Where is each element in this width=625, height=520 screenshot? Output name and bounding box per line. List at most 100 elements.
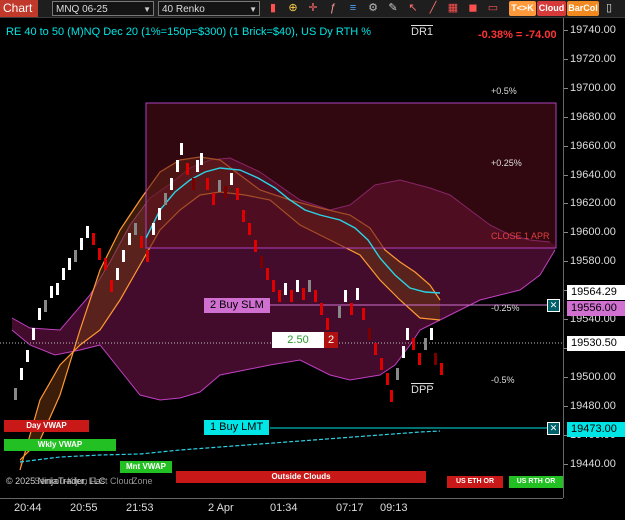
tk-toggle-button[interactable]: T<>K — [509, 1, 536, 16]
renko-brick-down — [260, 256, 263, 268]
renko-brick-down — [186, 163, 189, 175]
renko-brick-up — [20, 368, 23, 380]
plus-05-label: +0.5% — [491, 86, 517, 96]
renko-brick-up — [68, 258, 71, 270]
mnt-vwap-bar: Mnt VWAP — [120, 461, 172, 473]
crosshair-price-label: 19530.50 — [567, 336, 625, 351]
bar-type-selector[interactable]: 40 Renko ▼ — [158, 1, 260, 16]
price-tick: 19600.00 — [564, 226, 625, 238]
time-axis[interactable]: 20:44 20:55 21:53 2 Apr 01:34 07:17 09:13 — [0, 498, 563, 520]
chart-panel[interactable]: RE 40 to 50 (M)NQ Dec 20 (1%=150p=$300) … — [0, 18, 563, 498]
price-tick: 19500.00 — [564, 371, 625, 383]
chart-description: RE 40 to 50 (M)NQ Dec 20 (1%=150p=$300) … — [6, 26, 372, 38]
renko-brick-up — [396, 368, 399, 380]
day-vwap-bar: Day VWAP — [4, 420, 89, 432]
renko-brick-down — [434, 353, 437, 365]
renko-brick-down — [440, 363, 443, 375]
buy-slm-order[interactable]: 2 Buy SLM — [204, 298, 270, 313]
pointer-icon[interactable]: ↖ — [406, 2, 420, 15]
entry-quantity-box[interactable]: 2 — [324, 332, 338, 348]
entry-price-box[interactable]: 2.50 — [272, 332, 324, 348]
renko-brick-down — [254, 240, 257, 252]
renko-brick-down — [212, 193, 215, 205]
line-tool-icon[interactable]: ╱ — [426, 2, 440, 15]
dr1-label: DR1 — [411, 26, 434, 38]
time-tick: 20:44 — [14, 502, 42, 514]
renko-brick-up — [44, 300, 47, 312]
chart-trader-icon[interactable]: ▦ — [446, 2, 460, 15]
renko-brick-down — [412, 338, 415, 350]
data-box-icon[interactable]: ◼ — [466, 2, 480, 15]
renko-brick-up — [180, 143, 183, 155]
renko-brick-down — [92, 233, 95, 245]
price-tick: 19700.00 — [564, 82, 625, 94]
renko-brick-down — [206, 178, 209, 190]
time-tick: 01:34 — [270, 502, 298, 514]
renko-brick-up — [158, 208, 161, 220]
strategies-icon[interactable]: ≡ — [346, 2, 360, 15]
renko-brick-down — [320, 303, 323, 315]
renko-brick-down — [302, 288, 305, 300]
renko-brick-down — [224, 186, 227, 198]
more-icon[interactable]: ▯ — [602, 2, 616, 15]
time-tick: 2 Apr — [208, 502, 234, 514]
crosshair-icon[interactable]: ✛ — [306, 2, 320, 15]
price-tick: 19660.00 — [564, 140, 625, 152]
renko-brick-up — [200, 153, 203, 165]
snapshot-icon[interactable]: ▭ — [486, 2, 500, 15]
price-tick: 19640.00 — [564, 169, 625, 181]
cloud-toggle-button[interactable]: Cloud — [537, 1, 566, 16]
renko-brick-up — [402, 346, 405, 358]
cancel-slm-icon[interactable]: ✕ — [547, 299, 560, 312]
chart-style-icon[interactable]: ▮ — [266, 2, 280, 15]
renko-brick-down — [368, 328, 371, 340]
renko-brick-up — [406, 328, 409, 340]
instrument-selector[interactable]: MNQ 06-25 ▼ — [52, 1, 154, 16]
renko-brick-up — [176, 160, 179, 172]
renko-brick-up — [86, 226, 89, 238]
drawing-tools-icon[interactable]: ✎ — [386, 2, 400, 15]
renko-brick-up — [26, 350, 29, 362]
close-level-label: CLOSE 1 APR — [491, 231, 550, 241]
bar-type-value: 40 Renko — [162, 4, 205, 15]
time-tick: 20:55 — [70, 502, 98, 514]
renko-brick-down — [98, 248, 101, 260]
renko-brick-down — [278, 290, 281, 302]
renko-brick-up — [218, 180, 221, 192]
price-axis[interactable]: 19440.0019460.0019480.0019500.0019520.00… — [563, 18, 625, 498]
renko-brick-down — [236, 188, 239, 200]
time-tick: 09:13 — [380, 502, 408, 514]
renko-brick-down — [386, 373, 389, 385]
chart-toolbar: Chart MNQ 06-25 ▼ 40 Renko ▼ ▮ ⊕ ✛ ƒ ≡ ⚙… — [0, 0, 625, 18]
renko-brick-up — [80, 238, 83, 250]
barcol-toggle-button[interactable]: BarCol — [567, 1, 599, 16]
renko-brick-up — [116, 268, 119, 280]
us-rth-or-bar: US RTH OR — [509, 476, 563, 488]
renko-brick-down — [380, 358, 383, 370]
instrument-value: MNQ 06-25 — [56, 4, 108, 15]
buy-lmt-order[interactable]: 1 Buy LMT — [204, 420, 270, 435]
renko-brick-up — [50, 286, 53, 298]
renko-brick-up — [62, 268, 65, 280]
zoom-icon[interactable]: ⊕ — [286, 2, 300, 15]
renko-brick-up — [74, 250, 77, 262]
outside-clouds-bar: Outside Clouds — [176, 471, 426, 483]
chart-tab[interactable]: Chart — [0, 0, 38, 17]
time-tick: 21:53 — [126, 502, 154, 514]
price-tick: 19720.00 — [564, 53, 625, 65]
time-tick: 07:17 — [336, 502, 364, 514]
lmt-price-label: 19473.00 — [567, 422, 625, 437]
renko-brick-down — [248, 223, 251, 235]
renko-brick-up — [356, 288, 359, 300]
renko-brick-down — [192, 178, 195, 190]
indicators-icon[interactable]: ƒ — [326, 2, 340, 15]
dpp-label: DPP — [411, 384, 434, 396]
renko-brick-up — [14, 388, 17, 400]
renko-brick-down — [418, 353, 421, 365]
minus-025-label: -0.25% — [491, 303, 520, 313]
renko-brick-down — [290, 290, 293, 302]
renko-brick-up — [424, 338, 427, 350]
cancel-lmt-icon[interactable]: ✕ — [547, 422, 560, 435]
renko-brick-up — [170, 178, 173, 190]
properties-icon[interactable]: ⚙ — [366, 2, 380, 15]
